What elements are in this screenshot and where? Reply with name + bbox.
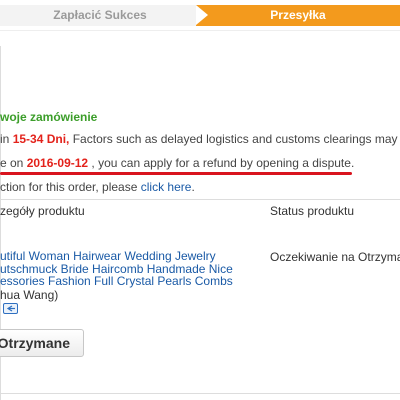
refund-date: 2016-09-12 xyxy=(26,156,89,170)
delivery-days: 15-34 Dni, xyxy=(12,132,70,146)
action-notice: ction for this order, please click here. xyxy=(0,180,195,194)
column-header-product-details: zegóły produktu xyxy=(0,204,85,218)
step-arrow-notch xyxy=(196,5,208,25)
refund-notice: e on 2016-09-12 , you can apply for a re… xyxy=(0,156,354,170)
panel-bottom-border xyxy=(0,393,400,394)
step-payment-success-label: Zapłacić Sukces xyxy=(53,8,147,22)
refund-suffix: , you can apply for a refund by opening … xyxy=(88,156,355,170)
order-progress-steps: Zapłacić Sukces Przesyłka xyxy=(0,0,400,31)
column-header-product-status: Status produktu xyxy=(270,204,355,218)
product-title-link[interactable]: utiful Woman Hairwear Wedding Jewelry ut… xyxy=(0,250,262,288)
click-here-link[interactable]: click here xyxy=(141,180,192,194)
delivery-prefix: in xyxy=(0,132,13,146)
product-status-value: Oczekiwanie na Otrzymani xyxy=(270,250,400,264)
order-panel-title: woje zamówienie xyxy=(0,110,98,124)
refund-highlight-underline xyxy=(0,172,352,175)
action-prefix: ction for this order, please xyxy=(0,180,141,194)
delivery-suffix: Factors such as delayed logistics and cu… xyxy=(69,132,400,146)
table-divider xyxy=(0,199,400,200)
refund-prefix: e on xyxy=(0,156,27,170)
step-shipping-label: Przesyłka xyxy=(270,8,326,22)
product-title-line-3[interactable]: essories Fashion Full Crystal Pearls Com… xyxy=(0,275,262,288)
message-icon[interactable] xyxy=(3,303,18,314)
delivery-notice: in 15-34 Dni, Factors such as delayed lo… xyxy=(0,132,400,146)
product-title-line-1[interactable]: utiful Woman Hairwear Wedding Jewelry xyxy=(0,250,262,263)
seller-name: hua Wang) xyxy=(0,288,59,302)
step-shipping: Przesyłka xyxy=(196,5,400,26)
step-payment-success: Zapłacić Sukces xyxy=(0,5,200,26)
confirm-receipt-button[interactable]: Otrzymane xyxy=(0,329,84,357)
step-arrow-divider xyxy=(180,5,196,25)
action-suffix: . xyxy=(191,180,195,194)
